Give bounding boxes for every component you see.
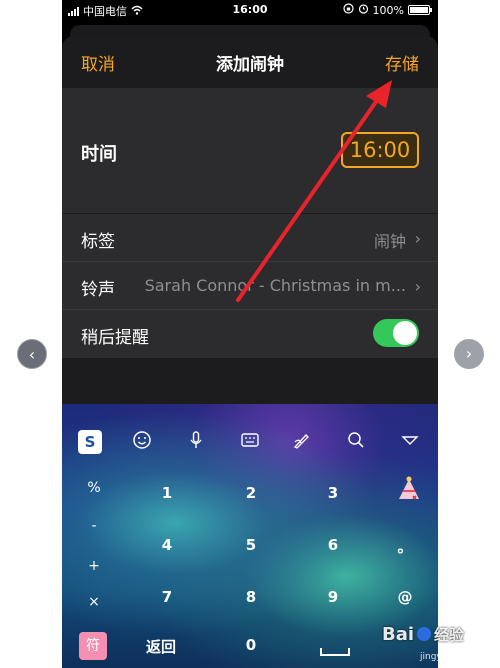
battery-icon xyxy=(408,5,432,15)
key-plus[interactable]: + xyxy=(79,558,109,574)
emoji-icon[interactable] xyxy=(130,430,154,454)
space-key[interactable] xyxy=(320,648,350,656)
time-row: 时间 16:00 xyxy=(62,88,438,213)
key-multiply[interactable]: × xyxy=(79,594,109,610)
key-6[interactable]: 6 xyxy=(318,536,348,554)
chevron-right-icon: › xyxy=(414,277,421,296)
handwriting-icon[interactable] xyxy=(290,430,314,454)
time-picker[interactable]: 16:00 xyxy=(341,132,419,168)
sound-row[interactable]: 铃声 Sarah Connor - Christmas in m... › xyxy=(62,262,438,310)
keyboard-toolbar: S xyxy=(62,430,438,460)
key-4[interactable]: 4 xyxy=(152,536,182,554)
key-1[interactable]: 1 xyxy=(152,484,182,502)
key-percent[interactable]: % xyxy=(79,480,109,496)
key-3[interactable]: 3 xyxy=(318,484,348,502)
collapse-icon[interactable] xyxy=(398,430,422,454)
key-minus[interactable]: - xyxy=(79,518,109,534)
battery-percent: 100% xyxy=(372,3,404,17)
key-7[interactable]: 7 xyxy=(152,588,182,606)
svg-text:经验: 经验 xyxy=(434,626,465,644)
previous-image-button[interactable]: ‹ xyxy=(17,339,47,369)
key-at[interactable]: @ xyxy=(390,588,420,606)
keyboard-icon[interactable] xyxy=(238,430,262,454)
chevron-right-icon: › xyxy=(414,229,421,248)
snooze-toggle[interactable] xyxy=(373,319,419,347)
baidu-watermark-logo: Bai 经验 xyxy=(382,620,480,653)
sound-row-label: 铃声 xyxy=(81,280,115,300)
key-2[interactable]: 2 xyxy=(236,484,266,502)
time-label: 时间 xyxy=(81,144,117,165)
next-image-button[interactable]: › xyxy=(454,339,484,369)
status-bar: 中国电信 16:00 100% xyxy=(62,0,438,20)
alarm-status-icon xyxy=(358,3,369,17)
alarm-options-list: 标签 闹钟 › 铃声 Sarah Connor - Christmas in m… xyxy=(62,214,438,358)
symbol-key[interactable]: 符 xyxy=(79,632,107,660)
sound-row-value: Sarah Connor - Christmas in m... xyxy=(144,276,406,295)
snooze-row-label: 稍后提醒 xyxy=(81,328,149,348)
svg-text:Bai: Bai xyxy=(382,624,414,645)
key-9[interactable]: 9 xyxy=(318,588,348,606)
label-row-value: 闹钟 xyxy=(373,232,406,251)
microphone-icon[interactable] xyxy=(184,430,208,454)
back-key[interactable]: 返回 xyxy=(146,636,176,657)
key-period[interactable]: 。 xyxy=(390,536,420,557)
sogou-icon[interactable]: S xyxy=(78,430,102,454)
add-alarm-sheet: 取消 添加闹钟 存储 时间 16:00 标签 闹钟 › 铃声 Sarah Con… xyxy=(62,36,438,406)
snooze-row: 稍后提醒 xyxy=(62,310,438,358)
sheet-navbar: 取消 添加闹钟 存储 xyxy=(62,36,438,86)
page-title: 添加闹钟 xyxy=(216,55,284,75)
key-8[interactable]: 8 xyxy=(236,588,266,606)
phone-screen: 中国电信 16:00 100% 取消 添加闹钟 存储 时间 16:00 标签 闹… xyxy=(62,0,438,668)
label-row[interactable]: 标签 闹钟 › xyxy=(62,214,438,262)
search-icon[interactable] xyxy=(344,430,368,454)
party-hat-icon[interactable] xyxy=(396,476,422,502)
label-row-label: 标签 xyxy=(81,232,115,252)
key-0[interactable]: 0 xyxy=(236,636,266,654)
key-5[interactable]: 5 xyxy=(236,536,266,554)
watermark-url: jingyan.baidu.com xyxy=(420,652,500,662)
orientation-lock-icon xyxy=(342,3,354,17)
save-button[interactable]: 存储 xyxy=(385,50,419,75)
